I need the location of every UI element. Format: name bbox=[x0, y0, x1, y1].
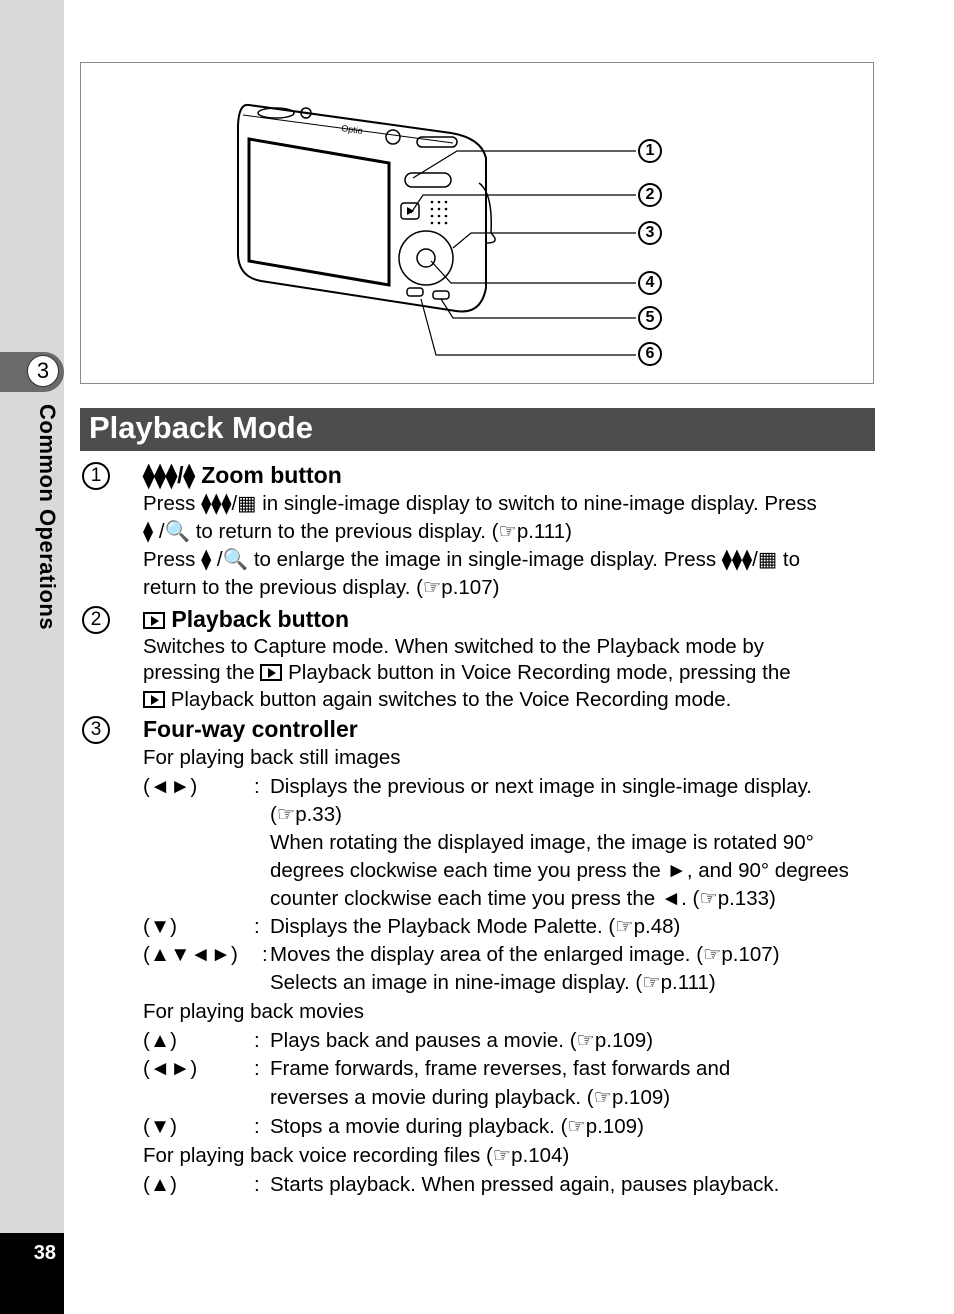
desc-line: reverses a movie during playback. (☞p.10… bbox=[270, 1086, 671, 1109]
chapter-number: 3 bbox=[27, 355, 59, 387]
item-number-3: 3 bbox=[82, 716, 110, 744]
chapter-title: Common Operations bbox=[35, 404, 60, 631]
desc-line: Frame forwards, frame reverses, fast for… bbox=[270, 1057, 731, 1080]
desc-line: Displays the Playback Mode Palette. (☞p.… bbox=[270, 915, 681, 938]
desc-line: counter clockwise each time you press th… bbox=[270, 887, 776, 910]
key-label: (◄►) bbox=[143, 775, 198, 798]
colon: : bbox=[254, 775, 260, 798]
callout-4: 4 bbox=[638, 271, 662, 295]
key-label: (◄►) bbox=[143, 1057, 198, 1080]
zoom-line: return to the previous display. (☞p.107) bbox=[143, 576, 500, 599]
group-title: For playing back movies bbox=[143, 1000, 365, 1023]
colon: : bbox=[262, 943, 268, 966]
camera-brand: Optio bbox=[341, 123, 364, 136]
desc-line: Moves the display area of the enlarged i… bbox=[270, 943, 780, 966]
callout-2: 2 bbox=[638, 183, 662, 207]
zoom-icons: ⧫⧫⧫/⧫ bbox=[143, 462, 195, 488]
desc-line: degrees clockwise each time you press th… bbox=[270, 859, 849, 882]
zoom-line: ⧫ /🔍 to return to the previous display. … bbox=[143, 520, 572, 543]
desc-line: Selects an image in nine-image display. … bbox=[270, 971, 716, 994]
key-label: (▲▼◄►) bbox=[143, 943, 238, 966]
item-heading-four-way: Four-way controller bbox=[143, 716, 358, 742]
lcd-screen bbox=[247, 137, 391, 287]
playback-line: Switches to Capture mode. When switched … bbox=[143, 635, 765, 658]
camera-figure: Optio 1 2 3 4 5 6 bbox=[80, 62, 874, 384]
desc-line: (☞p.33) bbox=[270, 803, 342, 826]
key-label: (▼) bbox=[143, 915, 177, 938]
colon: : bbox=[254, 1173, 260, 1196]
ok-button-shape bbox=[416, 248, 436, 268]
key-label: (▲) bbox=[143, 1029, 177, 1052]
playback-icon bbox=[143, 612, 165, 629]
desc-line: Stops a movie during playback. (☞p.109) bbox=[270, 1115, 644, 1138]
callout-5: 5 bbox=[638, 306, 662, 330]
colon: : bbox=[254, 1029, 260, 1052]
playback-line: Playback button again switches to the Vo… bbox=[143, 686, 731, 714]
desc-line: Starts playback. When pressed again, pau… bbox=[270, 1173, 780, 1196]
page-number: 38 bbox=[33, 1242, 56, 1264]
item-number-2: 2 bbox=[82, 606, 110, 634]
callout-3: 3 bbox=[638, 221, 662, 245]
item-heading-playback: Playback button bbox=[143, 605, 349, 633]
group-title: For playing back still images bbox=[143, 746, 401, 769]
zoom-line: Press ⧫ /🔍 to enlarge the image in singl… bbox=[143, 548, 801, 571]
playback-line: pressing the Playback button in Voice Re… bbox=[143, 661, 791, 684]
key-label: (▼) bbox=[143, 1115, 177, 1138]
item-number-1: 1 bbox=[82, 462, 110, 490]
zoom-heading-text: Zoom button bbox=[201, 462, 342, 488]
group-title: For playing back voice recording files (… bbox=[143, 1144, 570, 1167]
playback-icon bbox=[143, 691, 165, 708]
callout-1: 1 bbox=[638, 139, 662, 163]
section-title: Playback Mode bbox=[89, 410, 313, 445]
zoom-rocker bbox=[404, 172, 452, 188]
colon: : bbox=[254, 1115, 260, 1138]
camera-illustration: Optio bbox=[237, 103, 636, 356]
zoom-line: Press ⧫⧫⧫/▦ in single-image display to s… bbox=[143, 492, 817, 515]
desc-line: Plays back and pauses a movie. (☞p.109) bbox=[270, 1029, 654, 1052]
colon: : bbox=[254, 1057, 260, 1080]
desc-line: When rotating the displayed image, the i… bbox=[270, 831, 814, 854]
playback-heading-text: Playback button bbox=[171, 606, 350, 632]
item-heading-zoom: ⧫⧫⧫/⧫ Zoom button bbox=[143, 461, 342, 489]
key-label: (▲) bbox=[143, 1173, 177, 1196]
colon: : bbox=[254, 915, 260, 938]
desc-line: Displays the previous or next image in s… bbox=[270, 775, 812, 798]
callout-6: 6 bbox=[638, 342, 662, 366]
playback-icon bbox=[260, 664, 283, 681]
